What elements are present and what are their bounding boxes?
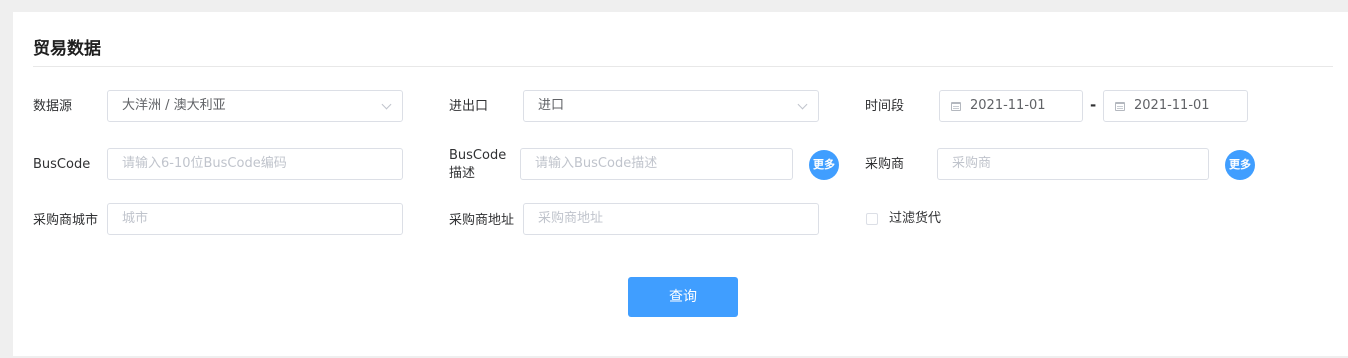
purchaser-placeholder: 采购商 — [952, 156, 992, 171]
query-button[interactable]: 查询 — [628, 277, 738, 317]
panel-title: 贸易数据 — [33, 39, 101, 59]
purchaser-address-placeholder: 采购商地址 — [538, 211, 604, 226]
chevron-down-icon — [381, 99, 392, 110]
purchaser-city-input[interactable]: 城市 — [107, 203, 403, 235]
buscode-more-button[interactable]: 更多 — [809, 150, 839, 180]
filter-forwarder-label[interactable]: 过滤货代 — [889, 210, 941, 228]
buscode-desc-label-line2: 描述 — [449, 166, 476, 181]
calendar-icon — [951, 102, 961, 111]
filter-forwarder-checkbox[interactable] — [866, 213, 878, 225]
title-divider — [33, 66, 1333, 67]
end-date-value: 2021-11-01 — [1134, 98, 1210, 113]
start-date-input[interactable]: 2021-11-01 — [939, 90, 1083, 122]
purchaser-city-placeholder: 城市 — [122, 211, 149, 226]
buscode-desc-input[interactable]: 请输入BusCode描述 — [520, 148, 793, 180]
buscode-desc-label-line1: BusCode — [449, 148, 507, 163]
buscode-label: BusCode — [33, 157, 91, 172]
buscode-input[interactable]: 请输入6-10位BusCode编码 — [107, 148, 403, 180]
time-range-label: 时间段 — [865, 99, 905, 114]
data-source-value: 大洋洲 / 澳大利亚 — [122, 98, 226, 113]
purchaser-address-input[interactable]: 采购商地址 — [523, 203, 819, 235]
buscode-placeholder: 请输入6-10位BusCode编码 — [122, 156, 287, 171]
purchaser-city-label: 采购商城市 — [33, 213, 99, 228]
start-date-value: 2021-11-01 — [970, 98, 1046, 113]
date-range-separator: - — [1090, 96, 1097, 114]
import-export-select[interactable]: 进口 — [523, 90, 819, 122]
buscode-desc-label: BusCode 描述 — [449, 147, 506, 183]
calendar-icon — [1115, 102, 1125, 111]
trade-data-panel: 贸易数据 数据源 大洋洲 / 澳大利亚 进出口 进口 时间段 2021-11-0… — [13, 12, 1348, 356]
data-source-label: 数据源 — [33, 99, 73, 114]
purchaser-more-button[interactable]: 更多 — [1225, 150, 1255, 180]
import-export-value: 进口 — [538, 98, 565, 113]
end-date-input[interactable]: 2021-11-01 — [1103, 90, 1248, 122]
data-source-select[interactable]: 大洋洲 / 澳大利亚 — [107, 90, 403, 122]
buscode-desc-placeholder: 请输入BusCode描述 — [535, 156, 658, 171]
chevron-down-icon — [797, 99, 808, 110]
purchaser-label: 采购商 — [865, 157, 905, 172]
purchaser-address-label: 采购商地址 — [449, 213, 515, 228]
import-export-label: 进出口 — [449, 99, 489, 114]
purchaser-input[interactable]: 采购商 — [937, 148, 1209, 180]
